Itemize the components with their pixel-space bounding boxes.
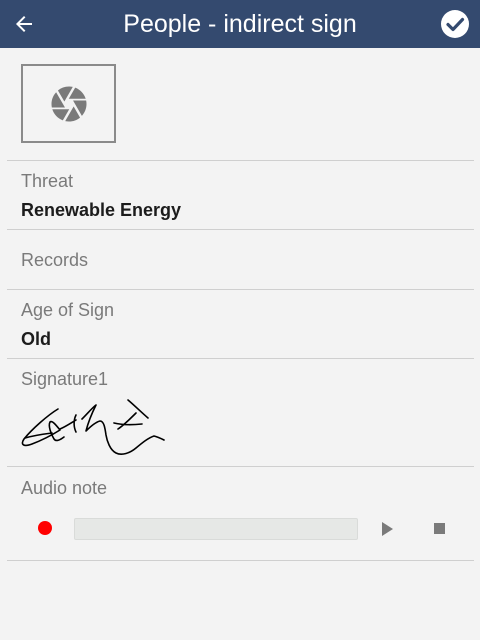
signature-image[interactable] xyxy=(18,395,168,461)
record-icon[interactable] xyxy=(38,521,52,535)
app-bar: People - indirect sign xyxy=(0,0,480,48)
audio-note-label: Audio note xyxy=(21,478,108,498)
age-of-sign-label: Age of Sign xyxy=(21,300,115,320)
divider xyxy=(7,358,474,359)
divider xyxy=(7,466,474,467)
age-of-sign-value: Old xyxy=(21,329,51,349)
threat-label: Threat xyxy=(21,171,74,191)
divider xyxy=(7,560,474,561)
play-icon[interactable] xyxy=(382,522,393,536)
threat-value: Renewable Energy xyxy=(21,200,182,220)
confirm-button[interactable] xyxy=(440,9,470,39)
stop-icon[interactable] xyxy=(434,523,445,534)
page-title: People - indirect sign xyxy=(123,10,357,38)
signature-label: Signature1 xyxy=(21,369,109,389)
photo-button[interactable] xyxy=(21,64,116,143)
camera-shutter-icon xyxy=(51,86,86,121)
records-label: Records xyxy=(21,250,89,270)
audio-progress-bar[interactable] xyxy=(74,518,358,540)
check-circle-icon xyxy=(441,10,469,38)
